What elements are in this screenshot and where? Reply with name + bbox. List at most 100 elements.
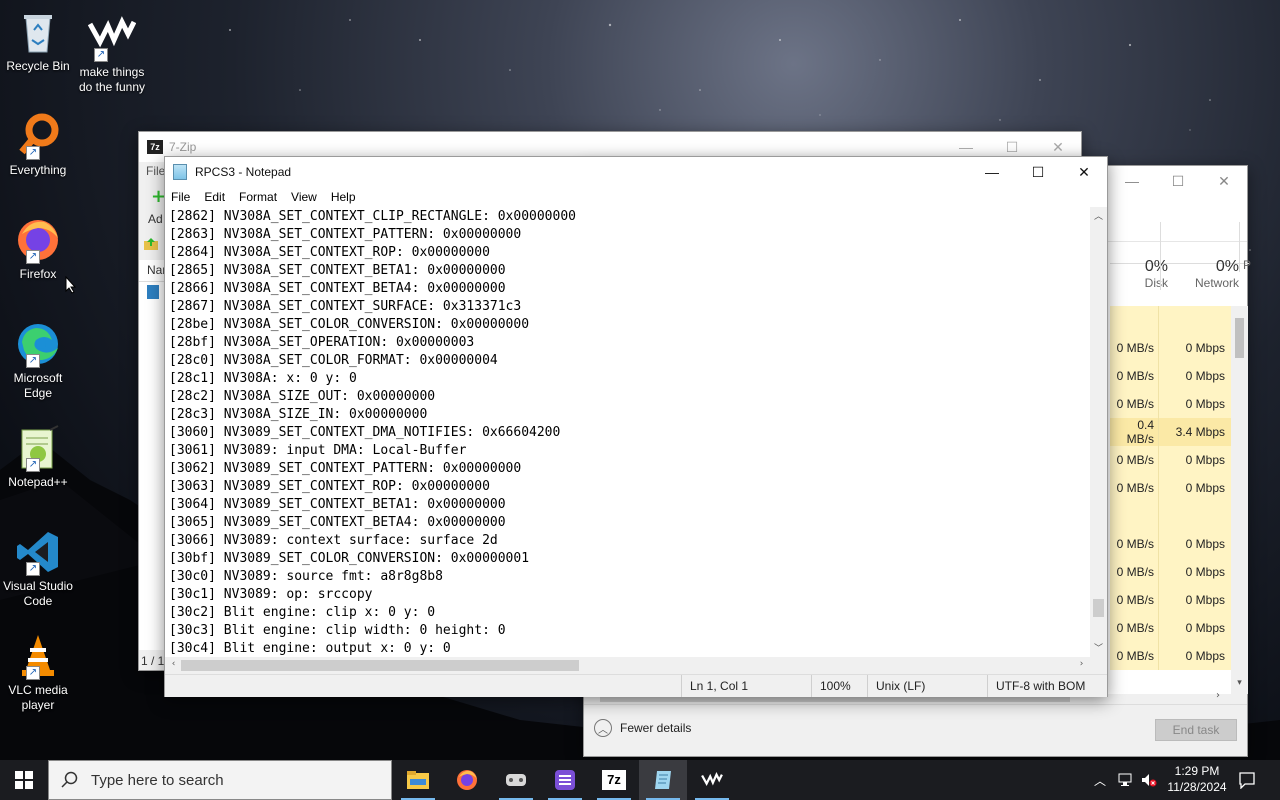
text-line: [3066] NV3089: context surface: surface … (169, 533, 498, 548)
text-line: [30c0] NV3089: source fmt: a8r8g8b8 (169, 569, 443, 584)
table-row[interactable]: 0 MB/s 0 Mbps (1110, 474, 1231, 502)
menu-file[interactable]: File (171, 190, 190, 204)
taskbar-search-input[interactable]: Type here to search (48, 760, 392, 800)
column-power[interactable]: P (1239, 222, 1251, 272)
notifications-button[interactable] (1238, 760, 1256, 800)
table-row[interactable]: 0 MB/s 0 Mbps (1110, 334, 1231, 362)
taskbar-app[interactable] (541, 760, 589, 800)
desktop-icon-label: Recycle Bin (6, 59, 70, 73)
table-row[interactable] (1110, 502, 1231, 530)
desktop-icon-make-things[interactable]: ↗ make things do the funny (74, 14, 150, 95)
menu-format[interactable]: Format (239, 190, 277, 204)
close-button[interactable]: ✕ (1201, 166, 1247, 196)
fewer-details-button[interactable]: ︿ Fewer details (594, 719, 691, 737)
windows-logo-icon (15, 771, 33, 789)
table-row[interactable]: 0 MB/s 0 Mbps (1110, 614, 1231, 642)
text-line: [3063] NV3089_SET_CONTEXT_ROP: 0x0000000… (169, 479, 490, 494)
desktop-icon-label: Everything (9, 163, 67, 177)
shortcut-arrow-icon: ↗ (26, 354, 40, 368)
scroll-up-arrow-icon[interactable]: ︿ (1090, 209, 1107, 222)
notepad-horizontal-scrollbar[interactable]: ‹ › (165, 657, 1090, 674)
desktop-icon-vlc[interactable]: ↗ VLC media player (0, 632, 76, 713)
taskbar-clock[interactable]: 1:29 PM 11/28/2024 (1160, 763, 1234, 795)
taskbar-firefox[interactable] (443, 760, 491, 800)
taskbar-make-things[interactable] (688, 760, 736, 800)
taskbar-rpcs3[interactable] (492, 760, 540, 800)
notepad-window[interactable]: RPCS3 - Notepad — ☐ ✕ File Edit Format V… (164, 156, 1108, 697)
task-manager-vertical-scrollbar[interactable]: ▾ (1231, 306, 1248, 694)
start-button[interactable] (0, 760, 48, 800)
folder-up-icon[interactable] (143, 236, 159, 252)
minimize-button[interactable]: — (969, 157, 1015, 187)
firefox-icon: ↗ (14, 216, 62, 264)
shortcut-arrow-icon: ↗ (26, 562, 40, 576)
text-line: [30c4] Blit engine: output x: 0 y: 0 (169, 641, 451, 656)
notepad-icon (655, 771, 671, 789)
text-line: [30c1] NV3089: op: srccopy (169, 587, 373, 602)
scroll-down-arrow-icon[interactable]: ﹀ (1090, 641, 1107, 654)
close-button[interactable]: ✕ (1061, 157, 1107, 187)
status-encoding: UTF-8 with BOM (987, 675, 1107, 697)
scroll-right-arrow-icon[interactable]: › (1216, 690, 1220, 701)
scroll-right-arrow-icon[interactable]: › (1073, 659, 1090, 669)
text-line: [3061] NV3089: input DMA: Local-Buffer (169, 443, 467, 458)
taskbar-7zip[interactable]: 7z (590, 760, 638, 800)
notepad-vertical-scrollbar[interactable]: ︿ ﹀ (1090, 207, 1107, 657)
notepad-menubar: File Edit Format View Help (165, 187, 1107, 207)
scrollbar-thumb[interactable] (1093, 599, 1104, 617)
app-icon (555, 770, 575, 790)
table-row[interactable]: 0 MB/s 0 Mbps (1110, 530, 1231, 558)
table-row[interactable]: 0.4 MB/s 3.4 Mbps (1110, 418, 1231, 446)
network-icon[interactable] (1117, 760, 1135, 800)
shortcut-arrow-icon: ↗ (26, 666, 40, 680)
app-logo-icon (701, 771, 723, 787)
column-network[interactable]: 0% Network (1160, 222, 1239, 290)
table-row[interactable]: 0 MB/s 0 Mbps (1110, 642, 1231, 670)
firefox-icon (457, 770, 477, 790)
search-icon (61, 771, 78, 788)
notepad-text-area[interactable]: [2862] NV308A_SET_CONTEXT_CLIP_RECTANGLE… (165, 207, 1090, 657)
desktop-icon-everything[interactable]: ↗ Everything (0, 112, 76, 178)
text-line: [30c3] Blit engine: clip width: 0 height… (169, 623, 506, 638)
notification-icon (1239, 772, 1255, 789)
maximize-button[interactable]: ☐ (1015, 157, 1061, 187)
7zip-menu-file[interactable]: File (146, 164, 165, 178)
taskbar-notepad[interactable] (639, 760, 687, 800)
column-disk[interactable]: 0% Disk (1103, 222, 1168, 290)
table-row[interactable]: 0 MB/s 0 Mbps (1110, 446, 1231, 474)
table-row[interactable]: 0 MB/s 0 Mbps (1110, 362, 1231, 390)
shortcut-arrow-icon: ↗ (94, 48, 108, 62)
maximize-button[interactable]: ☐ (1155, 166, 1201, 196)
text-line: [28bf] NV308A_SET_OPERATION: 0x00000003 (169, 335, 475, 350)
scroll-left-arrow-icon[interactable]: ‹ (165, 659, 182, 669)
show-hidden-icons-button[interactable]: ︿ (1094, 760, 1106, 800)
table-row[interactable]: 0 MB/s 0 Mbps (1110, 558, 1231, 586)
status-position: Ln 1, Col 1 (681, 675, 811, 697)
add-icon[interactable]: + (151, 188, 166, 206)
menu-view[interactable]: View (291, 190, 317, 204)
notepad-titlebar[interactable]: RPCS3 - Notepad — ☐ ✕ (165, 157, 1107, 187)
scroll-down-arrow-icon[interactable]: ▾ (1231, 678, 1248, 688)
everything-search-icon: ↗ (14, 112, 62, 160)
desktop-icon-notepadpp[interactable]: ↗ Notepad++ (0, 424, 76, 490)
table-row[interactable] (1110, 306, 1231, 334)
scrollbar-thumb[interactable] (1235, 318, 1244, 358)
scrollbar-thumb[interactable] (181, 660, 579, 671)
text-line: [28c0] NV308A_SET_COLOR_FORMAT: 0x000000… (169, 353, 498, 368)
menu-help[interactable]: Help (331, 190, 356, 204)
menu-edit[interactable]: Edit (204, 190, 225, 204)
desktop-icon-recycle-bin[interactable]: Recycle Bin (0, 8, 76, 74)
end-task-button[interactable]: End task (1155, 719, 1237, 741)
notepadpp-icon: ↗ (14, 424, 62, 472)
minimize-button[interactable]: — (1109, 166, 1155, 196)
taskbar-file-explorer[interactable] (394, 760, 442, 800)
text-line: [3064] NV3089_SET_CONTEXT_BETA1: 0x00000… (169, 497, 506, 512)
7zip-add-label: Ad (148, 212, 163, 226)
text-line: [2863] NV308A_SET_CONTEXT_PATTERN: 0x000… (169, 227, 522, 242)
table-row[interactable]: 0 MB/s 0 Mbps (1110, 390, 1231, 418)
desktop-icon-firefox[interactable]: ↗ Firefox (0, 216, 76, 282)
volume-muted-icon[interactable] (1140, 760, 1158, 800)
table-row[interactable]: 0 MB/s 0 Mbps (1110, 586, 1231, 614)
desktop-icon-edge[interactable]: ↗ Microsoft Edge (0, 320, 76, 401)
desktop-icon-vscode[interactable]: ↗ Visual Studio Code (0, 528, 76, 609)
